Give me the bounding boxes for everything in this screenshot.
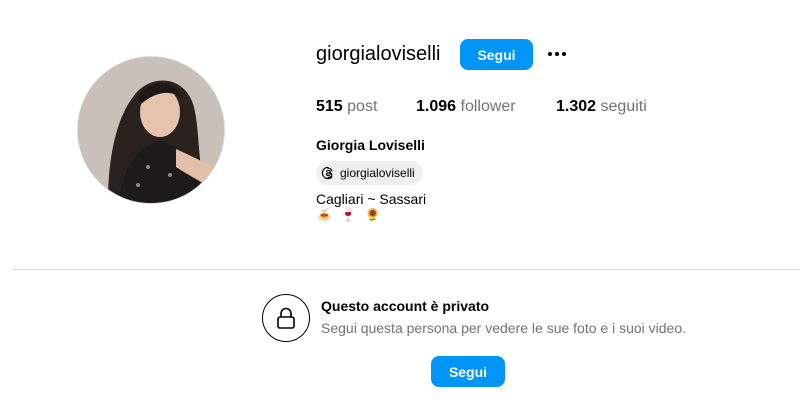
profile-full-name: Giorgia Loviselli xyxy=(316,137,425,153)
private-account-description: Segui questa persona per vedere le sue f… xyxy=(321,320,687,336)
following-stat[interactable]: 1.302 seguiti xyxy=(556,97,647,117)
avatar-photo xyxy=(78,57,224,203)
lock-glyph xyxy=(277,307,295,329)
dot xyxy=(562,52,566,56)
posts-label: post xyxy=(347,98,378,115)
more-options-icon[interactable] xyxy=(545,44,569,64)
lock-icon xyxy=(262,294,310,342)
profile-avatar[interactable] xyxy=(77,56,225,204)
posts-stat: 515 post xyxy=(316,97,377,117)
private-account-title: Questo account è privato xyxy=(321,298,490,314)
followers-label: follower xyxy=(460,98,516,115)
profile-username: giorgialoviselli xyxy=(316,43,441,65)
threads-link[interactable]: giorgialoviselli xyxy=(316,161,423,185)
follow-button-bottom[interactable]: Segui xyxy=(431,356,505,387)
dot xyxy=(555,52,559,56)
section-divider xyxy=(12,269,800,270)
followers-stat[interactable]: 1.096 follower xyxy=(416,97,516,117)
bio-emojis: 🍝 🍷 🌻 xyxy=(316,207,383,225)
followers-count: 1.096 xyxy=(416,98,457,115)
sunflower-emoji: 🌻 xyxy=(364,208,383,223)
posts-count: 515 xyxy=(316,98,343,115)
following-label: seguiti xyxy=(600,98,647,115)
follow-button[interactable]: Segui xyxy=(460,39,533,70)
following-count: 1.302 xyxy=(556,98,597,115)
bio-text: Cagliari ~ Sassari xyxy=(316,191,427,207)
spaghetti-emoji: 🍝 xyxy=(316,208,335,223)
wine-glass-emoji: 🍷 xyxy=(340,208,359,223)
dot xyxy=(548,52,552,56)
threads-handle: giorgialoviselli xyxy=(340,166,415,180)
threads-icon xyxy=(321,166,333,180)
